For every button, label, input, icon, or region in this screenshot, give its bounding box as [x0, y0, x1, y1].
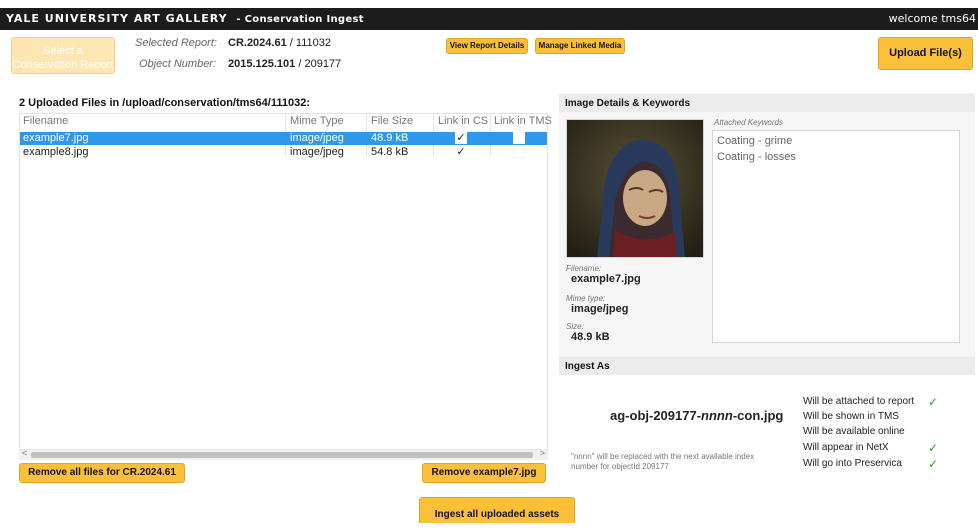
table-header: Filename Mime Type File Size Link in CS …	[20, 114, 552, 129]
mime-type-label: Mime type:	[566, 294, 606, 303]
brand-title: YALE UNIVERSITY ART GALLERY	[6, 12, 228, 25]
ingest-filename: ag-obj-209177-nnnn-con.jpg	[610, 408, 783, 423]
horizontal-scrollbar[interactable]: < >	[19, 448, 548, 460]
selected-report-value: CR.2024.61 / 111032	[228, 37, 331, 49]
row-mime: image/jpeg	[290, 146, 344, 158]
view-report-details-button[interactable]: View Report Details	[446, 38, 528, 54]
size-value: 48.9 kB	[571, 331, 610, 343]
attached-keywords-label: Attached Keywords	[714, 118, 783, 127]
manage-linked-media-button[interactable]: Manage Linked Media	[535, 38, 625, 54]
link-tms-checkbox[interactable]	[513, 146, 525, 158]
status-available-online: Will be available online	[803, 426, 905, 437]
col-file-size[interactable]: File Size	[371, 115, 413, 127]
col-mime-type[interactable]: Mime Type	[290, 115, 344, 127]
upload-files-button[interactable]: Upload File(s)	[878, 37, 973, 70]
row-filename: example7.jpg	[23, 132, 89, 144]
row-filename: example8.jpg	[23, 146, 89, 158]
ingest-name-placeholder: nnnn	[701, 408, 733, 423]
select-report-label: Select a Conservation Report	[12, 45, 114, 71]
check-icon: ✓	[928, 395, 939, 409]
scroll-left-icon[interactable]: <	[22, 448, 27, 458]
welcome-user: welcome tms64	[888, 12, 976, 25]
ingest-name-prefix: ag-obj-209177-	[610, 408, 702, 423]
row-size: 48.9 kB	[371, 132, 409, 144]
remove-all-files-button[interactable]: Remove all files for CR.2024.61	[19, 463, 185, 483]
table-row-selected[interactable]: example7.jpg image/jpeg 48.9 kB ✓	[20, 132, 547, 145]
filename-value: example7.jpg	[571, 273, 641, 285]
object-id: / 209177	[298, 58, 342, 70]
object-number: 2015.125.101	[228, 58, 296, 70]
filename-label: Filename:	[566, 264, 602, 273]
object-number-value: 2015.125.101 / 209177	[228, 58, 341, 70]
scroll-right-icon[interactable]: >	[540, 448, 545, 458]
uploaded-files-title: 2 Uploaded Files in /upload/conservation…	[19, 97, 310, 109]
keyword-item[interactable]: Coating - losses	[717, 151, 796, 163]
painting-thumbnail	[567, 120, 703, 257]
check-icon: ✓	[928, 441, 939, 455]
ingest-name-suffix: -con.jpg	[732, 408, 784, 423]
link-tms-checkbox[interactable]	[513, 132, 525, 144]
col-link-cs[interactable]: Link in CS	[438, 115, 488, 127]
image-preview	[566, 119, 704, 258]
selected-report-label: Selected Report:	[135, 37, 217, 49]
link-cs-checkbox[interactable]: ✓	[455, 146, 467, 158]
row-size: 54.8 kB	[371, 146, 409, 158]
keyword-item[interactable]: Coating - grime	[717, 135, 792, 147]
size-label: Size:	[566, 322, 584, 331]
keywords-list[interactable]: Coating - grime Coating - losses	[712, 130, 960, 343]
ingest-note: "nnnn" will be replaced with the next av…	[571, 452, 755, 471]
status-preservica: Will go into Preservica	[803, 458, 902, 469]
selected-report-number: / 111032	[289, 37, 331, 49]
status-shown-tms: Will be shown in TMS	[803, 411, 899, 422]
brand-subtitle: - Conservation Ingest	[236, 14, 364, 25]
selected-report-id: CR.2024.61	[228, 37, 287, 49]
select-report-button[interactable]: Select a Conservation Report	[11, 37, 115, 74]
ingest-all-button[interactable]: Ingest all uploaded assets	[419, 497, 575, 523]
col-filename[interactable]: Filename	[23, 115, 68, 127]
status-appear-netx: Will appear in NetX	[803, 442, 889, 453]
object-number-label: Object Number:	[139, 58, 217, 70]
col-link-tms[interactable]: Link in TMS	[494, 115, 552, 127]
mime-type-value: image/jpeg	[571, 303, 629, 315]
image-details-header: Image Details & Keywords	[559, 94, 975, 112]
files-table: Filename Mime Type File Size Link in CS …	[19, 113, 552, 450]
link-cs-checkbox[interactable]: ✓	[455, 132, 467, 144]
check-icon: ✓	[928, 457, 939, 471]
remove-selected-file-button[interactable]: Remove example7.jpg	[422, 463, 546, 483]
row-mime: image/jpeg	[290, 132, 344, 144]
app-brand: YALE UNIVERSITY ART GALLERY - Conservati…	[6, 12, 364, 25]
ingest-as-header: Ingest As	[559, 357, 975, 375]
top-bar: YALE UNIVERSITY ART GALLERY - Conservati…	[0, 8, 978, 30]
status-attached-report: Will be attached to report	[803, 396, 915, 407]
scrollbar-thumb[interactable]	[31, 452, 533, 458]
table-row[interactable]: example8.jpg image/jpeg 54.8 kB ✓	[20, 146, 547, 159]
